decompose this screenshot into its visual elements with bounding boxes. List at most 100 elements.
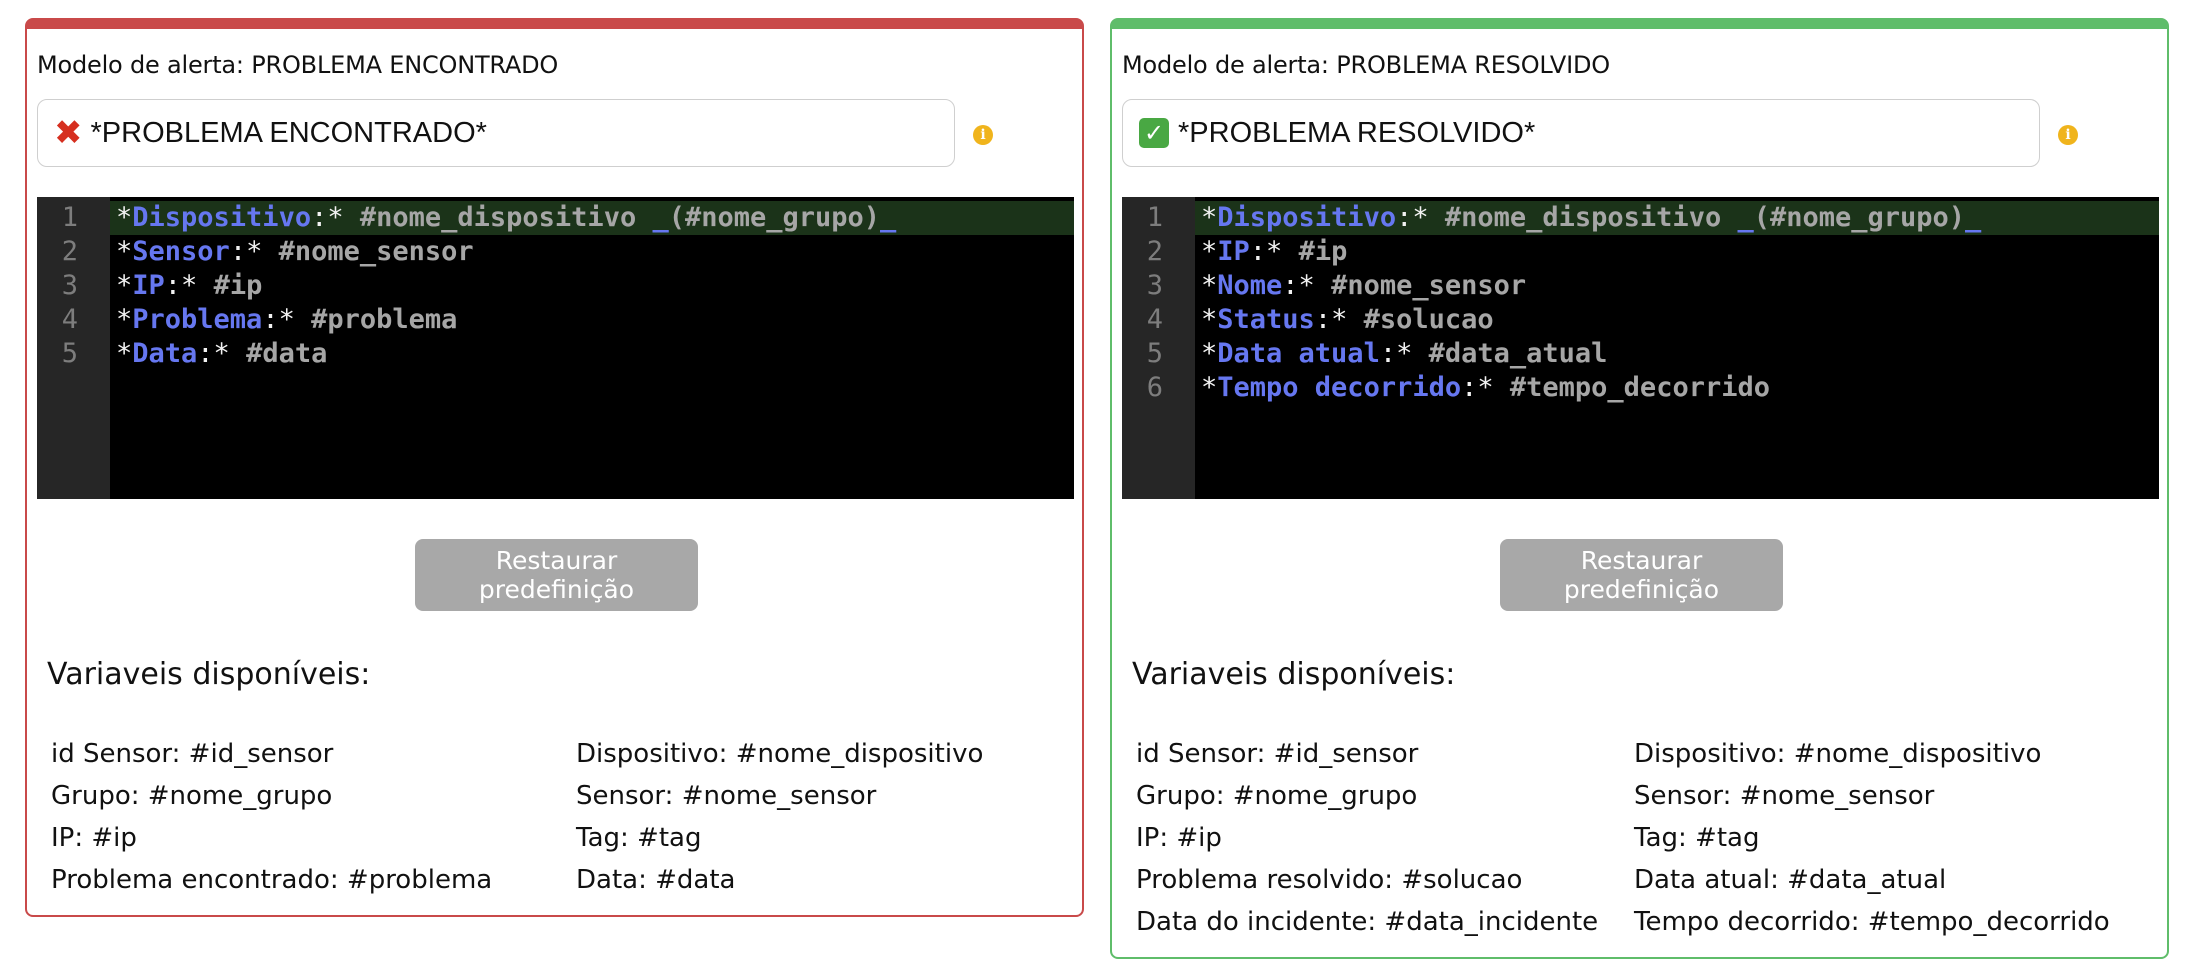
code-line[interactable]: *Status:* #solucao — [1195, 303, 2159, 337]
line-number: 4 — [1146, 304, 1163, 335]
code-line[interactable]: *Data atual:* #data_atual — [1195, 337, 2159, 371]
variable-entry: id Sensor: #id_sensor — [1136, 739, 1419, 769]
message-code-editor[interactable]: 12345 *Dispositivo:* #nome_dispositivo _… — [37, 197, 1074, 499]
message-code-editor[interactable]: 123456 *Dispositivo:* #nome_dispositivo … — [1122, 197, 2159, 499]
bold-marker: * — [116, 338, 133, 369]
variables-row: id Sensor: #id_sensor Dispositivo: #nome_… — [1136, 739, 2166, 781]
code-line[interactable]: *Sensor:* #nome_sensor — [110, 235, 1074, 269]
bold-marker: * — [116, 202, 133, 233]
subject-field-wrapper: ✖ *PROBLEMA ENCONTRADO* — [37, 99, 955, 167]
variables-row: id Sensor: #id_sensor Dispositivo: #nome_… — [51, 739, 1081, 781]
bold-marker: :* — [1396, 202, 1445, 233]
bold-marker: * — [1201, 372, 1218, 403]
panel-title: Modelo de alerta: PROBLEMA RESOLVIDO — [1122, 51, 1610, 79]
variables-row: IP: #ip Tag: #tag — [51, 823, 1081, 865]
code-line[interactable]: *Problema:* #problema — [110, 303, 1074, 337]
code-line[interactable]: *IP:* #ip — [110, 269, 1074, 303]
code-variable: #ip — [213, 270, 263, 301]
variables-row: Data do incidente: #data_incidente Tempo … — [1136, 907, 2166, 949]
subject-text: *PROBLEMA RESOLVIDO* — [1178, 116, 1536, 149]
code-line[interactable]: *Data:* #data — [110, 337, 1074, 371]
code-area[interactable]: *Dispositivo:* #nome_dispositivo _(#nome… — [1195, 197, 2159, 499]
panel-title: Modelo de alerta: PROBLEMA ENCONTRADO — [37, 51, 559, 79]
info-icon[interactable]: i — [2058, 125, 2078, 145]
available-variables-list: id Sensor: #id_sensor Dispositivo: #nome_… — [1136, 739, 2166, 949]
variable-entry: Problema resolvido: #solucao — [1136, 865, 1523, 895]
bold-marker: :* — [229, 236, 279, 267]
subject-text: *PROBLEMA ENCONTRADO* — [90, 116, 487, 149]
available-variables-list: id Sensor: #id_sensor Dispositivo: #nome_… — [51, 739, 1081, 907]
code-label: Sensor — [132, 236, 230, 267]
subject-input[interactable]: ✓ *PROBLEMA RESOLVIDO* — [1122, 99, 2040, 167]
code-variable: #nome_dispositivo — [359, 202, 637, 233]
line-number: 1 — [61, 202, 78, 233]
variables-row: IP: #ip Tag: #tag — [1136, 823, 2166, 865]
resolved-alert-panel: Modelo de alerta: PROBLEMA RESOLVIDO ✓ *… — [1110, 18, 2169, 959]
line-number: 6 — [1146, 372, 1163, 403]
variables-row: Problema resolvido: #solucao Data atual: … — [1136, 865, 2166, 907]
bold-marker: * — [1201, 270, 1218, 301]
variable-entry: Data do incidente: #data_incidente — [1136, 907, 1599, 937]
bold-marker: * — [116, 270, 133, 301]
code-line[interactable]: *IP:* #ip — [1195, 235, 2159, 269]
code-label: Status — [1217, 304, 1315, 335]
subject-field-wrapper: ✓ *PROBLEMA RESOLVIDO* — [1122, 99, 2040, 167]
variable-entry: Dispositivo: #nome_dispositivo — [1634, 739, 2042, 769]
bold-marker: :* — [1282, 270, 1332, 301]
code-label: Data — [132, 338, 198, 369]
variable-entry: Tag: #tag — [1634, 823, 1760, 853]
bold-marker: :* — [197, 338, 247, 369]
bold-marker: * — [116, 236, 133, 267]
code-line[interactable]: *Tempo decorrido:* #tempo_decorrido — [1195, 371, 2159, 405]
bold-marker: :* — [311, 202, 360, 233]
variable-entry: Grupo: #nome_grupo — [1136, 781, 1418, 811]
variable-entry: Problema encontrado: #problema — [51, 865, 493, 895]
code-variable: (#nome_grupo) — [1753, 202, 1966, 233]
line-number-gutter: 123456 — [1122, 197, 1195, 499]
code-variable: (#nome_grupo) — [668, 202, 881, 233]
problem-alert-panel: Modelo de alerta: PROBLEMA ENCONTRADO ✖ … — [25, 18, 1084, 917]
available-variables-title: Variaveis disponíveis: — [1132, 657, 1456, 692]
code-label: IP — [1217, 236, 1250, 267]
code-variable: #data_atual — [1428, 338, 1608, 369]
code-variable: #tempo_decorrido — [1509, 372, 1770, 403]
variable-entry: id Sensor: #id_sensor — [51, 739, 334, 769]
bold-marker: * — [1201, 236, 1218, 267]
bold-marker: :* — [1249, 236, 1299, 267]
variable-entry: IP: #ip — [51, 823, 137, 853]
check-mark-icon: ✓ — [1139, 118, 1169, 148]
bold-marker: * — [1201, 304, 1218, 335]
subject-input[interactable]: ✖ *PROBLEMA ENCONTRADO* — [37, 99, 955, 167]
restore-default-button[interactable]: Restaurar predefinição — [415, 539, 698, 611]
code-line[interactable]: *Dispositivo:* #nome_dispositivo _(#nome… — [110, 201, 1074, 235]
line-number: 3 — [1146, 270, 1163, 301]
variable-entry: Data atual: #data_atual — [1634, 865, 1947, 895]
line-number: 1 — [1146, 202, 1163, 233]
bold-marker: :* — [1379, 338, 1429, 369]
code-label: Tempo decorrido — [1217, 372, 1462, 403]
variable-entry: Tag: #tag — [576, 823, 702, 853]
line-number: 3 — [61, 270, 78, 301]
code-area[interactable]: *Dispositivo:* #nome_dispositivo _(#nome… — [110, 197, 1074, 499]
restore-default-button[interactable]: Restaurar predefinição — [1500, 539, 1783, 611]
code-label: Dispositivo — [1217, 202, 1397, 233]
code-label: Data atual — [1217, 338, 1380, 369]
bold-marker: * — [116, 304, 133, 335]
code-variable: #solucao — [1363, 304, 1494, 335]
code-variable: #data — [246, 338, 328, 369]
code-line[interactable]: *Dispositivo:* #nome_dispositivo _(#nome… — [1195, 201, 2159, 235]
line-number: 2 — [61, 236, 78, 267]
bold-marker: :* — [164, 270, 214, 301]
cross-mark-icon: ✖ — [54, 113, 83, 153]
code-label: Problema — [132, 304, 263, 335]
code-line[interactable]: *Nome:* #nome_sensor — [1195, 269, 2159, 303]
line-number: 4 — [61, 304, 78, 335]
line-number: 5 — [1146, 338, 1163, 369]
variable-entry: Grupo: #nome_grupo — [51, 781, 333, 811]
code-variable: #nome_sensor — [1331, 270, 1527, 301]
variables-row: Problema encontrado: #problema Data: #dat… — [51, 865, 1081, 907]
info-icon[interactable]: i — [973, 125, 993, 145]
variables-row: Grupo: #nome_grupo Sensor: #nome_sensor — [1136, 781, 2166, 823]
variable-entry: Data: #data — [576, 865, 736, 895]
line-number: 5 — [61, 338, 78, 369]
